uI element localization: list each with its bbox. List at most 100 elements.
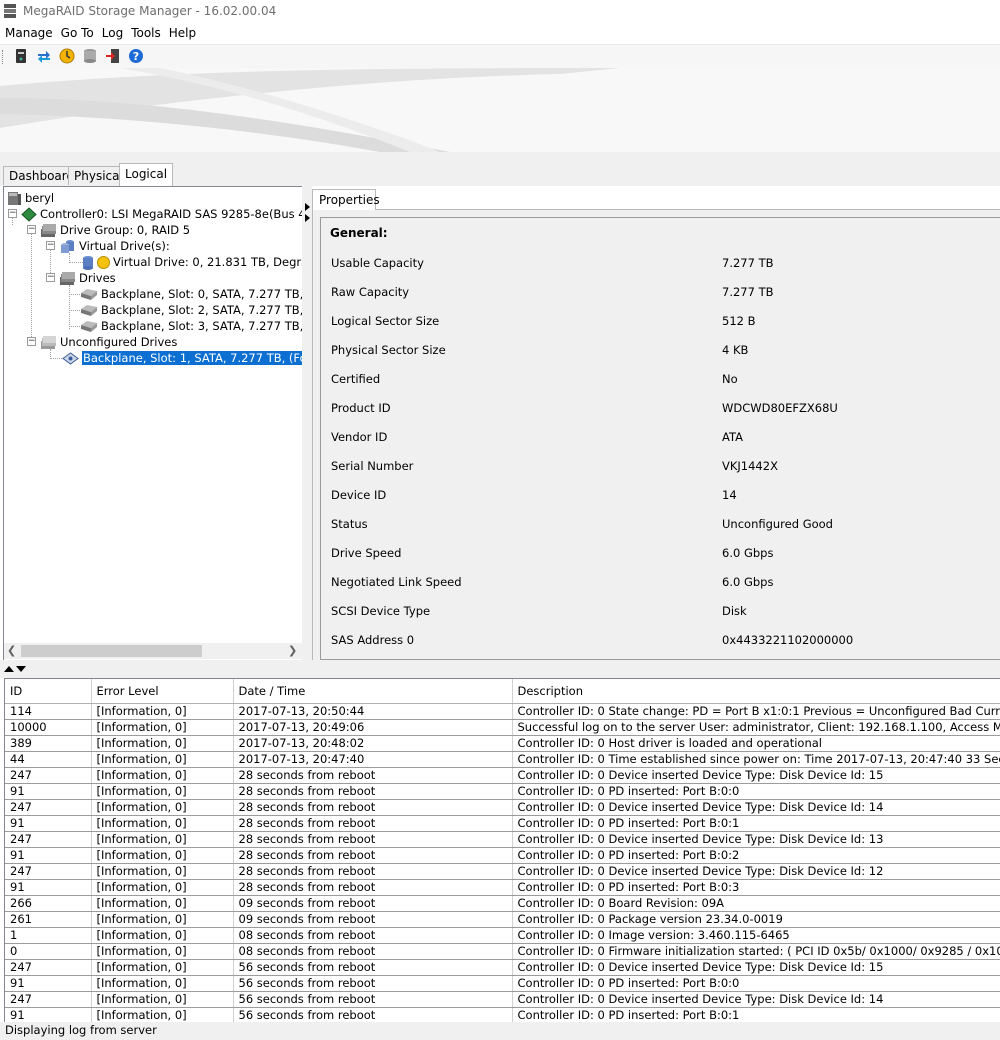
log-cell-description: Controller ID: 0 Device inserted Device …: [512, 991, 1000, 1008]
log-cell-date-time: 09 seconds from reboot: [233, 895, 513, 912]
controller-icon: [21, 207, 37, 222]
status-text: Displaying log from server: [5, 1023, 157, 1037]
log-header-date-time[interactable]: Date / Time: [233, 679, 513, 704]
prop-value-status: Unconfigured Good: [722, 517, 833, 531]
log-row[interactable]: 266 [Information, 0] 09 seconds from reboo…: [5, 895, 1000, 912]
log-cell-error-level: [Information, 0]: [91, 927, 234, 944]
log-cell-date-time: 28 seconds from reboot: [233, 831, 513, 848]
log-row[interactable]: 247 [Information, 0] 56 seconds from reboo…: [5, 991, 1000, 1008]
prop-label-scsi-device-type: SCSI Device Type: [331, 604, 431, 618]
log-cell-error-level: [Information, 0]: [91, 831, 234, 848]
log-row[interactable]: 44 [Information, 0] 2017-07-13, 20:47:40 Co…: [5, 751, 1000, 768]
log-table: ID Error Level Date / Time Description 1…: [5, 679, 1000, 1023]
log-row[interactable]: 1 [Information, 0] 08 seconds from reboot C…: [5, 927, 1000, 944]
log-row[interactable]: 247 [Information, 0] 28 seconds from reboo…: [5, 863, 1000, 880]
log-cell-description: Controller ID: 0 Board Revision: 09A: [512, 895, 1000, 912]
log-row[interactable]: 91 [Information, 0] 28 seconds from reboot…: [5, 879, 1000, 896]
tree-node-drive-slot-3[interactable]: Backplane, Slot: 3, SATA, 7.277 TB, Onl: [80, 318, 326, 334]
virtual-drives-icon: [61, 240, 74, 253]
log-row[interactable]: 10000 [Information, 0] 2017-07-13, 20:49:0…: [5, 719, 1000, 736]
toolbar-grip[interactable]: [2, 50, 6, 64]
tree-node-controller[interactable]: Controller0: LSI MegaRAID SAS 9285-8e(Bu…: [21, 206, 325, 222]
log-cell-description: Controller ID: 0 PD inserted: Port B:0:2: [512, 847, 1000, 864]
tree-node-drive-slot-2[interactable]: Backplane, Slot: 2, SATA, 7.277 TB, Onl: [80, 302, 326, 318]
splitter-collapse-icon[interactable]: [3, 665, 27, 673]
tree-node-virtual-drive-0[interactable]: Virtual Drive: 0, 21.831 TB, Degraded: [82, 254, 330, 270]
menu-manage[interactable]: Manage: [2, 24, 56, 42]
scroll-thumb[interactable]: [21, 645, 202, 657]
log-row[interactable]: 91 [Information, 0] 56 seconds from reboot…: [5, 975, 1000, 992]
collapse-drives-icon[interactable]: −: [46, 273, 55, 282]
log-row[interactable]: 247 [Information, 0] 28 seconds from reboo…: [5, 831, 1000, 848]
collapse-unconfigured-icon[interactable]: −: [27, 337, 36, 346]
log-header-description[interactable]: Description: [512, 679, 1000, 704]
log-row[interactable]: 247 [Information, 0] 28 seconds from reboo…: [5, 799, 1000, 816]
prop-label-physical-sector-size: Physical Sector Size: [331, 343, 446, 357]
tree-label-drive-slot-3: Backplane, Slot: 3, SATA, 7.277 TB, Onl: [101, 319, 327, 333]
log-cell-id: 247: [5, 991, 92, 1008]
log-cell-error-level: [Information, 0]: [91, 943, 234, 960]
tree-node-unconfigured-slot-1[interactable]: Backplane, Slot: 1, SATA, 7.277 TB, (For…: [62, 350, 331, 366]
collapse-drive-group-icon[interactable]: −: [27, 225, 36, 234]
banner: [0, 68, 1000, 152]
refresh-icon[interactable]: [36, 48, 52, 64]
tree-horizontal-scrollbar[interactable]: ❮ ❯: [4, 643, 302, 659]
exit-icon[interactable]: [105, 48, 121, 64]
tab-logical[interactable]: Logical: [119, 163, 174, 186]
log-row[interactable]: 0 [Information, 0] 08 seconds from reboot C…: [5, 943, 1000, 960]
server-icon[interactable]: [13, 48, 29, 64]
tree-node-drive-slot-0[interactable]: Backplane, Slot: 0, SATA, 7.277 TB, Onl: [80, 286, 326, 302]
log-cell-description: Controller ID: 0 Device inserted Device …: [512, 959, 1000, 976]
vertical-splitter[interactable]: [302, 186, 312, 660]
menu-log[interactable]: Log: [99, 24, 126, 42]
log-cell-date-time: 56 seconds from reboot: [233, 991, 513, 1008]
log-pane: ID Error Level Date / Time Description 1…: [4, 678, 1000, 1023]
log-cell-id: 261: [5, 911, 92, 928]
tree-node-unconfigured-drives[interactable]: Unconfigured Drives: [40, 334, 177, 350]
scroll-right-icon[interactable]: ❯: [288, 644, 297, 657]
prop-label-device-id: Device ID: [331, 488, 387, 502]
log-cell-date-time: 28 seconds from reboot: [233, 783, 513, 800]
log-cell-id: 247: [5, 767, 92, 784]
degraded-warning-icon: [97, 256, 110, 269]
prop-value-certified: No: [722, 372, 738, 386]
log-row[interactable]: 91 [Information, 0] 28 seconds from reboot…: [5, 783, 1000, 800]
scroll-left-icon[interactable]: ❮: [7, 644, 16, 657]
menu-help[interactable]: Help: [166, 24, 199, 42]
tree-node-server[interactable]: beryl: [6, 190, 54, 206]
log-cell-error-level: [Information, 0]: [91, 1007, 234, 1023]
log-cell-description: Controller ID: 0 Package version 23.34.0…: [512, 911, 1000, 928]
splitter-arrows-icon[interactable]: [304, 202, 311, 224]
menu-tools[interactable]: Tools: [128, 24, 164, 42]
tree-node-drives[interactable]: Drives: [59, 270, 116, 286]
prop-label-status: Status: [331, 517, 368, 531]
collapse-controller-icon[interactable]: −: [8, 209, 17, 218]
log-cell-error-level: [Information, 0]: [91, 815, 234, 832]
log-row[interactable]: 91 [Information, 0] 28 seconds from reboot…: [5, 815, 1000, 832]
log-row[interactable]: 261 [Information, 0] 09 seconds from reboo…: [5, 911, 1000, 928]
clock-icon[interactable]: [59, 48, 75, 64]
log-row[interactable]: 114 [Information, 0] 2017-07-13, 20:50:44 C…: [5, 703, 1000, 720]
help-icon[interactable]: ?: [128, 48, 144, 64]
log-row[interactable]: 91 [Information, 0] 56 seconds from reboot…: [5, 1007, 1000, 1023]
prop-value-raw-capacity: 7.277 TB: [722, 285, 774, 299]
log-row[interactable]: 247 [Information, 0] 56 seconds from reboo…: [5, 959, 1000, 976]
log-row[interactable]: 389 [Information, 0] 2017-07-13, 20:48:02 C…: [5, 735, 1000, 752]
database-icon[interactable]: [82, 48, 98, 64]
menu-go-to[interactable]: Go To: [58, 24, 97, 42]
log-cell-date-time: 2017-07-13, 20:48:02: [233, 735, 513, 752]
log-cell-id: 10000: [5, 719, 92, 736]
log-cell-description: Controller ID: 0 Host driver is loaded a…: [512, 735, 1000, 752]
tab-properties[interactable]: Properties: [312, 189, 380, 210]
log-cell-id: 389: [5, 735, 92, 752]
log-header-error-level[interactable]: Error Level: [91, 679, 234, 704]
tree-node-drive-group[interactable]: Drive Group: 0, RAID 5: [40, 222, 190, 238]
tree-node-virtual-drives[interactable]: Virtual Drive(s):: [59, 238, 170, 254]
tree-label-server: beryl: [25, 191, 55, 205]
collapse-virtual-drives-icon[interactable]: −: [46, 241, 55, 250]
log-row[interactable]: 91 [Information, 0] 28 seconds from reboot…: [5, 847, 1000, 864]
horizontal-splitter[interactable]: [0, 660, 1000, 678]
log-cell-id: 114: [5, 703, 92, 720]
log-row[interactable]: 247 [Information, 0] 28 seconds from reboo…: [5, 767, 1000, 784]
log-header-id[interactable]: ID: [5, 679, 92, 704]
